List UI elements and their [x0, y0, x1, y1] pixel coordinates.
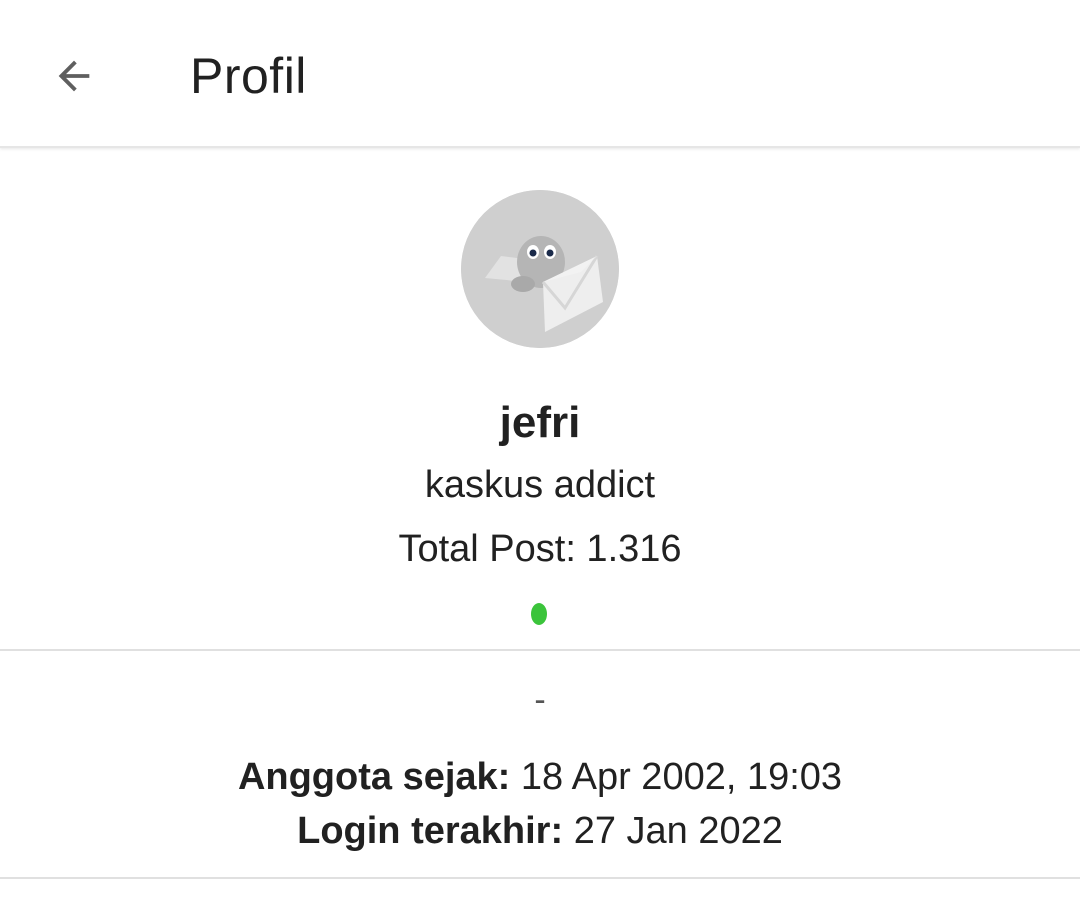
avatar[interactable] [461, 190, 619, 348]
arrow-left-icon [58, 60, 90, 92]
member-since-label: Anggota sejak: [237, 756, 511, 798]
divider [0, 649, 1080, 651]
last-login-row: Login terakhir: 27 Jan 2022 [0, 808, 1080, 854]
member-since-value: 18 Apr 2002, 19:03 [510, 756, 843, 798]
profile-summary: jefri kaskus addict Total Post: 1.316 [0, 150, 1080, 650]
user-rank: kaskus addict [424, 464, 656, 506]
total-post-count: Total Post: 1.316 [398, 528, 682, 570]
last-login-value: 27 Jan 2022 [563, 810, 783, 852]
app-bar: Profil [0, 0, 1080, 148]
member-since-row: Anggota sejak: 18 Apr 2002, 19:03 [0, 754, 1080, 800]
bio-text: - [534, 681, 546, 719]
divider [0, 877, 1080, 879]
username: jefri [499, 398, 581, 447]
kaskus-default-avatar-icon [461, 190, 619, 348]
online-status-indicator [531, 603, 547, 625]
back-button[interactable] [34, 36, 114, 116]
last-login-label: Login terakhir: [297, 810, 564, 852]
page-title: Profil [190, 48, 307, 104]
profile-screen: Profil jefri kaskus addict Total Post: 1… [0, 0, 1080, 917]
